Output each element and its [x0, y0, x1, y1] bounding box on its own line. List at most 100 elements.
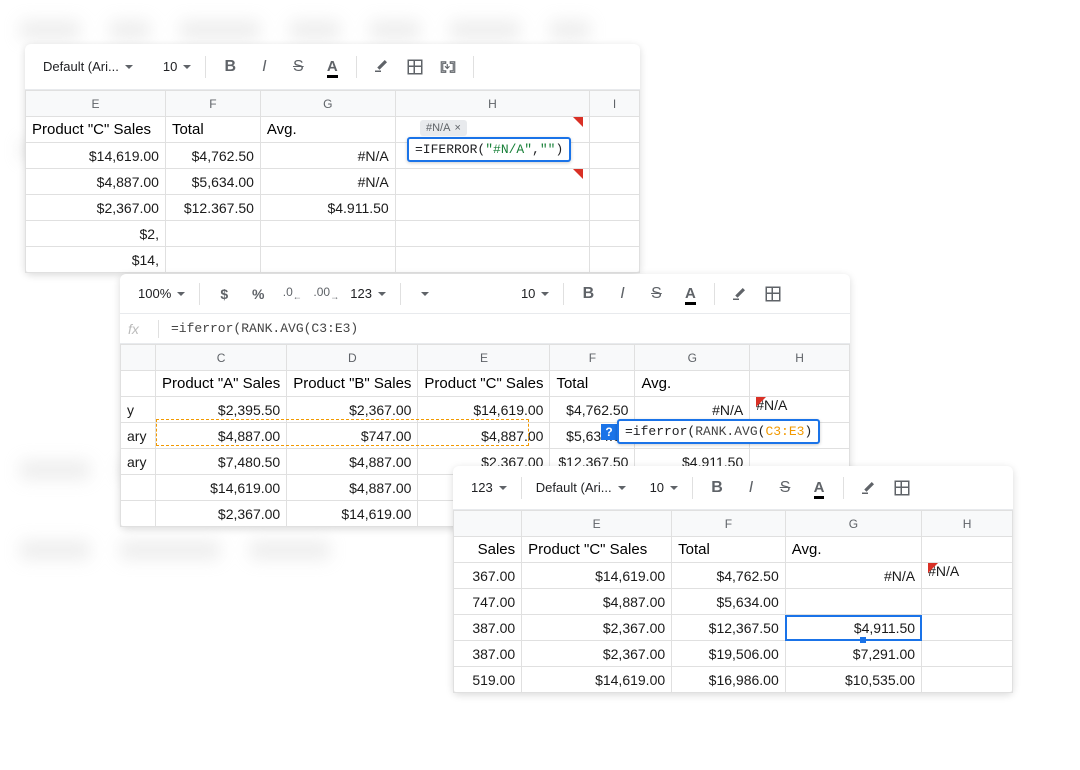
- cell[interactable]: Avg.: [635, 371, 750, 397]
- cell[interactable]: $12.367.50: [165, 195, 260, 221]
- col-header[interactable]: H: [750, 345, 850, 371]
- cell[interactable]: $4,887.00: [155, 423, 286, 449]
- cell[interactable]: #N/A: [260, 169, 395, 195]
- col-header[interactable]: G: [260, 91, 395, 117]
- close-icon[interactable]: ×: [454, 122, 460, 134]
- cell[interactable]: $14,619.00: [418, 397, 550, 423]
- col-header[interactable]: G: [785, 511, 921, 537]
- cell[interactable]: 747.00: [454, 589, 522, 615]
- cell[interactable]: $4,762.50: [165, 143, 260, 169]
- merge-button[interactable]: [435, 52, 463, 82]
- cell[interactable]: $747.00: [287, 423, 418, 449]
- cell[interactable]: [590, 221, 640, 247]
- cell[interactable]: $7,291.00: [785, 641, 921, 667]
- decrease-decimal-button[interactable]: .0←: [278, 279, 306, 309]
- cell[interactable]: Product "C" Sales: [26, 117, 166, 143]
- grid-3[interactable]: E F G H Sales Product "C" Sales Total Av…: [453, 510, 1013, 693]
- cell[interactable]: [395, 247, 589, 273]
- cell[interactable]: $4,887.00: [287, 449, 418, 475]
- cell[interactable]: Avg.: [260, 117, 395, 143]
- fillcolor-button[interactable]: [725, 279, 753, 309]
- cell[interactable]: [922, 615, 1013, 641]
- cell[interactable]: #N/A: [922, 563, 1013, 589]
- cell[interactable]: $14,619.00: [522, 563, 672, 589]
- cell[interactable]: $5,634.00: [165, 169, 260, 195]
- cell[interactable]: [260, 247, 395, 273]
- currency-button[interactable]: $: [210, 279, 238, 309]
- cell[interactable]: [590, 117, 640, 143]
- textcolor-button[interactable]: A: [805, 473, 833, 503]
- cell[interactable]: $4.911.50: [260, 195, 395, 221]
- cell[interactable]: [165, 247, 260, 273]
- formula-help-icon[interactable]: ?: [601, 424, 617, 440]
- fontsize-dropdown[interactable]: 10: [159, 52, 195, 82]
- cell[interactable]: $2,395.50: [155, 397, 286, 423]
- cell[interactable]: [590, 195, 640, 221]
- cell[interactable]: $10,535.00: [785, 667, 921, 693]
- cell[interactable]: $14,619.00: [287, 501, 418, 527]
- col-header[interactable]: F: [550, 345, 635, 371]
- borders-button[interactable]: [888, 473, 916, 503]
- error-tooltip[interactable]: #N/A×: [420, 120, 467, 136]
- col-header[interactable]: D: [287, 345, 418, 371]
- textcolor-button[interactable]: A: [318, 52, 346, 82]
- inline-formula-editor[interactable]: =iferror(RANK.AVG(C3:E3): [617, 419, 820, 444]
- zoom-dropdown[interactable]: 100%: [134, 279, 189, 309]
- italic-button[interactable]: I: [250, 52, 278, 82]
- cell[interactable]: $5,634.00: [672, 589, 786, 615]
- bold-button[interactable]: B: [216, 52, 244, 82]
- cell[interactable]: Total: [672, 537, 786, 563]
- fillcolor-button[interactable]: [854, 473, 882, 503]
- strike-button[interactable]: S: [284, 52, 312, 82]
- cell[interactable]: [121, 371, 156, 397]
- cell[interactable]: $14,619.00: [155, 475, 286, 501]
- cell[interactable]: $14,: [26, 247, 166, 273]
- increase-decimal-button[interactable]: .00→: [312, 279, 340, 309]
- textcolor-button[interactable]: A: [676, 279, 704, 309]
- cell[interactable]: 519.00: [454, 667, 522, 693]
- col-header[interactable]: G: [635, 345, 750, 371]
- cell[interactable]: [395, 169, 589, 195]
- selection-handle[interactable]: [860, 637, 866, 643]
- cell[interactable]: $14,619.00: [522, 667, 672, 693]
- cell[interactable]: $4,887.00: [287, 475, 418, 501]
- cell[interactable]: $2,367.00: [26, 195, 166, 221]
- strike-button[interactable]: S: [642, 279, 670, 309]
- cell[interactable]: $16,986.00: [672, 667, 786, 693]
- numfmt-dropdown[interactable]: 123: [467, 473, 511, 503]
- formula-input[interactable]: [163, 321, 850, 336]
- cell[interactable]: [165, 221, 260, 247]
- col-header[interactable]: [121, 345, 156, 371]
- col-header[interactable]: C: [155, 345, 286, 371]
- cell[interactable]: $7,480.50: [155, 449, 286, 475]
- strike-button[interactable]: S: [771, 473, 799, 503]
- cell[interactable]: 387.00: [454, 641, 522, 667]
- col-header[interactable]: [454, 511, 522, 537]
- cell[interactable]: $12,367.50: [672, 615, 786, 641]
- cell[interactable]: [260, 221, 395, 247]
- col-header[interactable]: H: [395, 91, 589, 117]
- cell[interactable]: [395, 195, 589, 221]
- cell[interactable]: [785, 589, 921, 615]
- cell[interactable]: [121, 475, 156, 501]
- fontsize-dropdown[interactable]: 10: [517, 279, 553, 309]
- cell[interactable]: Product "C" Sales: [418, 371, 550, 397]
- cell[interactable]: $14,619.00: [26, 143, 166, 169]
- cell[interactable]: [750, 371, 850, 397]
- cell[interactable]: $4,762.50: [672, 563, 786, 589]
- cell[interactable]: [922, 641, 1013, 667]
- cell[interactable]: $2,367.00: [522, 615, 672, 641]
- cell[interactable]: 367.00: [454, 563, 522, 589]
- cell[interactable]: Total: [550, 371, 635, 397]
- fillcolor-button[interactable]: [367, 52, 395, 82]
- cell[interactable]: [922, 537, 1013, 563]
- cell[interactable]: Avg.: [785, 537, 921, 563]
- cell[interactable]: Total: [165, 117, 260, 143]
- inline-formula-editor[interactable]: =IFERROR("#N/A",""): [407, 137, 571, 162]
- cell[interactable]: Sales: [454, 537, 522, 563]
- cell[interactable]: Product "B" Sales: [287, 371, 418, 397]
- italic-button[interactable]: I: [608, 279, 636, 309]
- borders-button[interactable]: [759, 279, 787, 309]
- col-header[interactable]: E: [522, 511, 672, 537]
- col-header[interactable]: H: [922, 511, 1013, 537]
